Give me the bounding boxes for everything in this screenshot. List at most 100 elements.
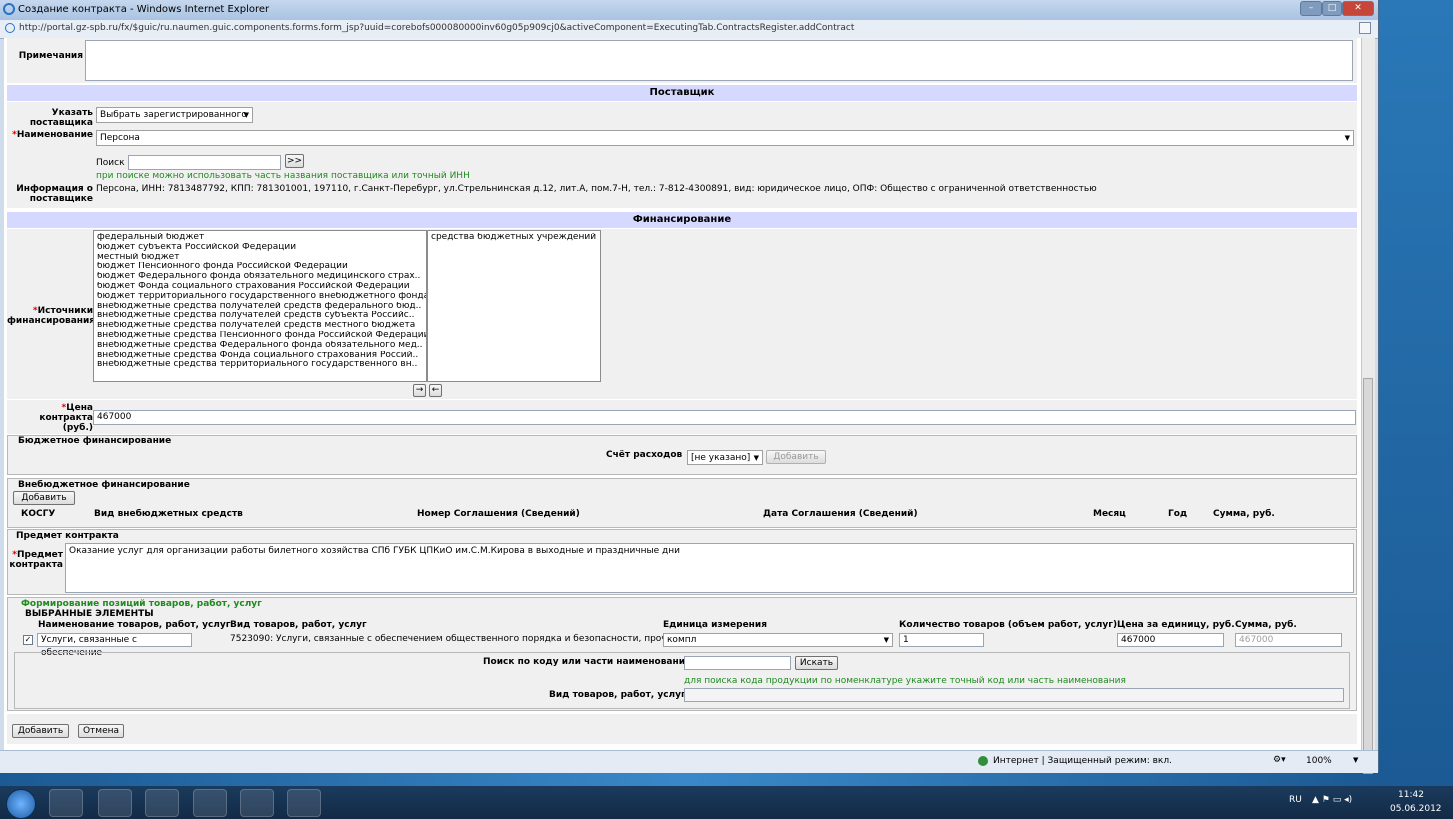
list-item[interactable]: бюджет Пенсионного фонда Российской Феде…	[97, 262, 426, 272]
list-item[interactable]: внебюджетные средства Федерального фонда…	[97, 341, 426, 351]
list-item[interactable]: внебюджетные средства территориального г…	[97, 360, 426, 370]
explorer-taskbar-icon[interactable]	[98, 789, 132, 817]
add-contract-button[interactable]: Добавить	[12, 724, 69, 738]
cancel-button[interactable]: Отмена	[78, 724, 124, 738]
list-item[interactable]: внебюджетные средства Пенсионного фонда …	[97, 331, 426, 341]
desktop-background	[1378, 0, 1453, 786]
list-item[interactable]: средства бюджетных учреждений	[431, 233, 600, 243]
row-checkbox[interactable]: ✓	[23, 635, 33, 645]
row-name-input[interactable]: Услуги, связанные с обеспечение	[37, 633, 192, 658]
specify-supplier-select[interactable]: Выбрать зарегистрированного ▼	[96, 107, 253, 123]
taskbar: RU ▲ ⚑ ▭ ◂) 11:42 05.06.2012	[0, 786, 1453, 819]
chevron-down-icon[interactable]: ▼	[1353, 756, 1358, 764]
budget-funding-title: Бюджетное финансирование	[18, 436, 172, 446]
supplier-name-select[interactable]: Персона ▼	[96, 130, 1354, 146]
list-item[interactable]: внебюджетные средства получателей средст…	[97, 302, 426, 312]
supplier-search-button[interactable]: >>	[285, 154, 304, 168]
column-agreement-date: Дата Соглашения (Сведений)	[763, 509, 918, 519]
page-content: Примечания Поставщик Указать поставщика …	[4, 38, 1361, 750]
move-left-button[interactable]: ←	[429, 384, 442, 397]
list-item[interactable]: федеральный бюджет	[97, 233, 426, 243]
code-search-label: Поиск по коду или части наименования	[483, 657, 691, 667]
contract-price-input[interactable]: 467000	[93, 410, 1356, 425]
status-bar: Интернет | Защищенный режим: вкл. ⚙▾ 100…	[0, 750, 1378, 773]
actions-row: Добавить Отмена	[7, 714, 1357, 744]
goods-kind-field	[684, 688, 1344, 702]
row-unit-select[interactable]: компл ▼	[663, 633, 893, 647]
address-bar[interactable]: http://portal.gz-spb.ru/fx/$guic/ru.naum…	[0, 20, 1378, 39]
add-offbudget-button[interactable]: Добавить	[13, 491, 75, 505]
column-qty: Количество товаров (объем работ, услуг)	[899, 620, 1118, 630]
scrollbar-thumb[interactable]	[1363, 378, 1373, 774]
page-icon	[5, 23, 15, 33]
minimize-button[interactable]: –	[1300, 1, 1322, 16]
column-row-sum: Сумма, руб.	[1235, 620, 1297, 630]
subject-label: *Предмет контракта	[8, 550, 63, 570]
list-item[interactable]: внебюджетные средства получателей средст…	[97, 321, 426, 331]
supplier-search-input[interactable]	[128, 155, 281, 170]
column-unit: Единица измерения	[663, 620, 767, 630]
notes-row: Примечания	[7, 38, 1357, 83]
security-zone-text: Интернет | Защищенный режим: вкл.	[993, 756, 1172, 766]
list-item[interactable]: местный бюджет	[97, 253, 426, 263]
list-item[interactable]: бюджет Федерального фонда обязательного …	[97, 272, 426, 282]
subject-title: Предмет контракта	[16, 531, 119, 541]
title-bar: Создание контракта - Windows Internet Ex…	[0, 0, 1378, 20]
movie-maker-taskbar-icon[interactable]	[240, 789, 274, 817]
firefox-taskbar-icon[interactable]	[193, 789, 227, 817]
protected-mode-icon[interactable]: ⚙▾	[1273, 755, 1286, 765]
list-item[interactable]: внебюджетные средства Фонда социального …	[97, 351, 426, 361]
budget-funding-box: Бюджетное финансирование Счёт расходов […	[7, 435, 1357, 475]
subject-box: Предмет контракта *Предмет контракта Ока…	[7, 529, 1357, 595]
notes-textarea[interactable]	[85, 40, 1353, 81]
funding-panel: *Источники финансирования федеральный бю…	[7, 229, 1357, 399]
offbudget-funding-title: Внебюджетное финансирование	[18, 480, 190, 490]
supplier-search-label: Поиск	[96, 158, 125, 168]
code-search-hint: для поиска кода продукции по номенклатур…	[684, 676, 1126, 686]
add-expense-account-button[interactable]: Добавить	[766, 450, 826, 464]
expense-account-label: Счёт расходов	[606, 450, 683, 460]
list-item[interactable]: внебюджетные средства получателей средст…	[97, 311, 426, 321]
maximize-button[interactable]: □	[1322, 1, 1342, 16]
column-offbudget-kind: Вид внебюджетных средств	[94, 509, 243, 519]
language-indicator[interactable]: RU	[1289, 795, 1302, 805]
row-kind: 7523090: Услуги, связанные с обеспечение…	[230, 634, 678, 644]
expense-account-select[interactable]: [не указано] ▼	[687, 450, 763, 465]
compat-view-icon[interactable]	[1359, 22, 1371, 34]
move-right-button[interactable]: →	[413, 384, 426, 397]
row-qty-input[interactable]: 1	[899, 633, 984, 647]
contract-price-label-text: Цена контракта (руб.)	[39, 403, 93, 433]
chevron-down-icon: ▼	[1344, 134, 1350, 142]
selected-elements-title: ВЫБРАННЫЕ ЭЛЕМЕНТЫ	[25, 609, 154, 619]
row-price-input[interactable]: 467000	[1117, 633, 1224, 647]
ie-taskbar-icon[interactable]	[49, 789, 83, 817]
zoom-level[interactable]: 100%	[1306, 756, 1332, 766]
price-row: *Цена контракта (руб.) 467000	[7, 400, 1357, 434]
expense-account-value: [не указано]	[691, 453, 751, 463]
vertical-scrollbar[interactable]	[1361, 38, 1375, 774]
code-search-input[interactable]	[684, 656, 791, 670]
offbudget-funding-box: Внебюджетное финансирование Добавить КОС…	[7, 478, 1357, 528]
column-name: Наименование товаров, работ, услуг	[38, 620, 231, 630]
list-item[interactable]: бюджет территориального государственного…	[97, 292, 426, 302]
supplier-name-label-text: Наименование	[16, 130, 93, 140]
selected-sources-list[interactable]: средства бюджетных учреждений	[427, 230, 601, 382]
goods-kind-label: Вид товаров, работ, услуг	[549, 690, 686, 700]
browser-window: Создание контракта - Windows Internet Ex…	[0, 0, 1379, 774]
tray-icons[interactable]: ▲ ⚑ ▭ ◂)	[1312, 795, 1352, 805]
chevron-down-icon: ▼	[753, 454, 759, 462]
code-search-button[interactable]: Искать	[795, 656, 838, 670]
word-taskbar-icon[interactable]	[287, 789, 321, 817]
list-item[interactable]: бюджет Фонда социального страхования Рос…	[97, 282, 426, 292]
media-player-taskbar-icon[interactable]	[145, 789, 179, 817]
list-item[interactable]: бюджет субъекта Российской Федерации	[97, 243, 426, 253]
url-text[interactable]: http://portal.gz-spb.ru/fx/$guic/ru.naum…	[19, 23, 854, 33]
column-sum: Сумма, руб.	[1213, 509, 1275, 519]
supplier-section-header: Поставщик	[7, 85, 1357, 101]
chevron-down-icon: ▼	[883, 636, 889, 644]
start-button[interactable]	[6, 789, 36, 819]
supplier-name-label: *Наименование	[7, 130, 93, 140]
close-button[interactable]: ✕	[1342, 1, 1374, 16]
subject-textarea[interactable]: Оказание услуг для организации работы би…	[65, 543, 1354, 593]
available-sources-list[interactable]: федеральный бюджет бюджет субъекта Росси…	[93, 230, 427, 382]
